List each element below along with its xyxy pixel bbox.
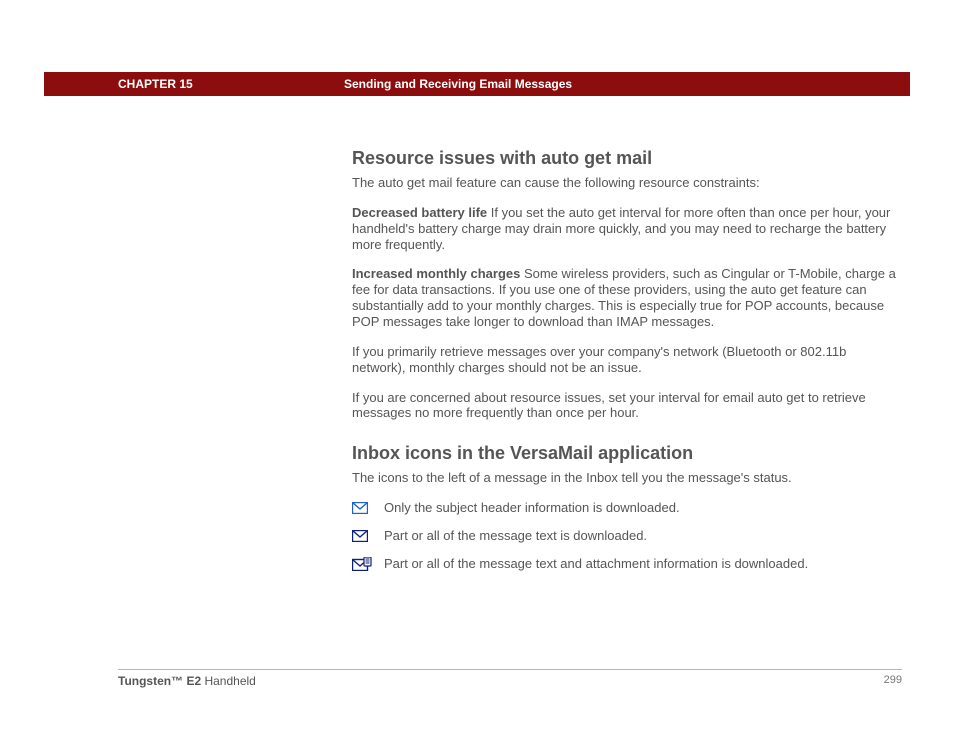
icon-label-attachment: Part or all of the message text and atta… [384,556,902,572]
footer-product: Tungsten™ E2 Handheld [118,674,256,688]
icon-row-header-only: Only the subject header information is d… [352,500,902,516]
section1-intro: The auto get mail feature can cause the … [352,175,902,191]
footer-product-bold: Tungsten™ E2 [118,674,201,688]
mail-attachment-icon [352,557,384,571]
section1-para3: If you primarily retrieve messages over … [352,344,902,376]
icon-label-header-only: Only the subject header information is d… [384,500,902,516]
page-number: 299 [884,674,902,686]
page-footer: Tungsten™ E2 Handheld 299 [118,669,902,688]
main-content: Resource issues with auto get mail The a… [352,148,902,584]
icon-label-text-downloaded: Part or all of the message text is downl… [384,528,902,544]
section1-para4: If you are concerned about resource issu… [352,390,902,422]
section-heading-inbox-icons: Inbox icons in the VersaMail application [352,443,902,465]
section-heading-resource-issues: Resource issues with auto get mail [352,148,902,170]
icon-row-text-downloaded: Part or all of the message text is downl… [352,528,902,544]
section-inbox-icons: Inbox icons in the VersaMail application… [352,443,902,571]
bold-decreased-battery: Decreased battery life [352,205,487,220]
section1-para-battery: Decreased battery life If you set the au… [352,205,902,253]
bold-increased-charges: Increased monthly charges [352,266,520,281]
document-page: CHAPTER 15 Sending and Receiving Email M… [0,0,954,738]
chapter-title: Sending and Receiving Email Messages [344,77,572,91]
icon-row-attachment: Part or all of the message text and atta… [352,556,902,572]
chapter-number: CHAPTER 15 [118,77,314,91]
section2-intro: The icons to the left of a message in th… [352,470,902,486]
chapter-header-bar: CHAPTER 15 Sending and Receiving Email M… [44,72,910,96]
mail-text-icon [352,530,384,542]
section1-para-charges: Increased monthly charges Some wireless … [352,266,902,329]
footer-product-rest: Handheld [201,674,256,688]
mail-header-only-icon [352,502,384,514]
